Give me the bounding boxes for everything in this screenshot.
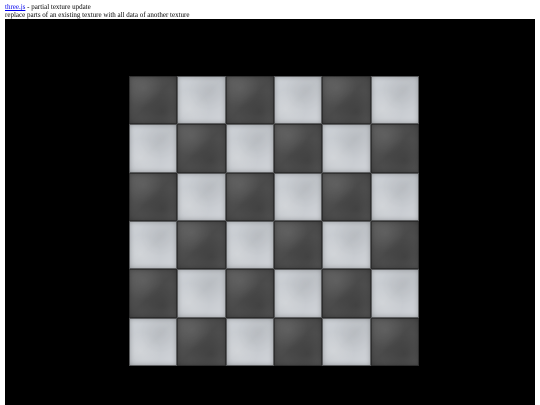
texture-tile-light	[225, 124, 274, 173]
texture-tile-light	[129, 317, 178, 366]
texture-tile-light	[129, 124, 178, 173]
texture-tile-dark	[370, 220, 419, 270]
texture-tile-light	[225, 317, 274, 366]
texture-tile-dark	[177, 124, 226, 173]
texture-tile-dark	[225, 172, 274, 221]
texture-tile-light	[370, 76, 419, 125]
texture-tile-light	[129, 220, 178, 270]
texture-tile-dark	[370, 317, 419, 366]
texture-tile-dark	[129, 269, 178, 318]
texture-tile-light	[370, 269, 419, 318]
texture-tile-light	[322, 317, 371, 366]
texture-tile-dark	[370, 124, 419, 173]
texture-tile-dark	[225, 76, 274, 125]
texture-tile-dark	[322, 76, 371, 125]
texture-tile-dark	[273, 124, 323, 173]
texture-tile-dark	[322, 172, 371, 221]
texture-tile-dark	[129, 76, 178, 125]
info-panel: three.js - partial texture update replac…	[5, 3, 535, 19]
textured-plane	[129, 76, 419, 366]
texture-tile-light	[225, 220, 274, 270]
texture-tile-dark	[273, 317, 323, 366]
texture-tile-dark	[225, 269, 274, 318]
threejs-link[interactable]: three.js	[5, 3, 25, 11]
texture-tile-dark	[273, 220, 323, 270]
webgl-canvas[interactable]	[5, 19, 535, 405]
texture-tile-light	[177, 76, 226, 125]
texture-tile-light	[370, 172, 419, 221]
texture-tile-light	[322, 124, 371, 173]
texture-tile-dark	[129, 172, 178, 221]
texture-tile-light	[273, 172, 323, 221]
texture-tile-light	[177, 172, 226, 221]
texture-tile-dark	[322, 269, 371, 318]
page-title: - partial texture update	[25, 3, 91, 11]
texture-tile-light	[273, 76, 323, 125]
texture-tile-dark	[177, 317, 226, 366]
texture-tile-light	[322, 220, 371, 270]
texture-tile-light	[273, 269, 323, 318]
texture-tile-dark	[177, 220, 226, 270]
texture-tile-light	[177, 269, 226, 318]
page-description: replace parts of an existing texture wit…	[5, 11, 190, 19]
